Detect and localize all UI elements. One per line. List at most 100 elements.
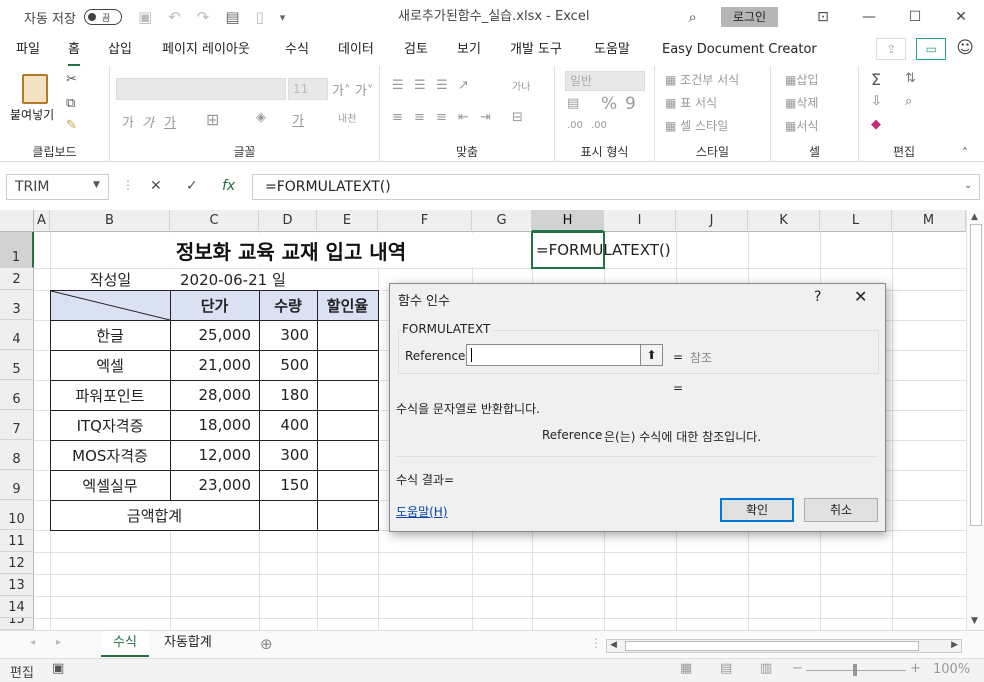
align-middle-icon[interactable]: ☰ xyxy=(414,78,426,93)
font-size-box[interactable]: 11 xyxy=(288,78,328,100)
currency-icon[interactable]: ▤ xyxy=(567,96,579,111)
fill-icon[interactable]: ⇩ xyxy=(871,94,882,109)
scroll-left-icon[interactable]: ◀ xyxy=(610,640,617,650)
item-name[interactable]: MOS자격증 xyxy=(50,440,170,470)
help-link[interactable]: 도움말(H) xyxy=(396,503,448,520)
zoom-slider-thumb[interactable] xyxy=(853,664,857,676)
smiley-icon[interactable]: ☺ xyxy=(956,38,974,60)
sheet-tab-formulas[interactable]: 수식 xyxy=(101,631,149,657)
row-header-7[interactable]: 7 xyxy=(0,410,34,440)
item-price[interactable]: 12,000 xyxy=(170,440,259,470)
tab-page-layout[interactable]: 페이지 레이아웃 xyxy=(162,34,250,66)
percent-icon[interactable]: % xyxy=(601,94,617,114)
border-icon[interactable]: ⊞ xyxy=(206,110,219,129)
merge-center-icon[interactable]: ⊟ xyxy=(512,110,523,125)
fill-color-icon[interactable]: ◈ xyxy=(256,110,266,125)
row-header-4[interactable]: 4 xyxy=(0,320,34,350)
col-header-C[interactable]: C xyxy=(170,210,259,232)
author-label[interactable]: 작성일 xyxy=(51,268,170,290)
row-header-15[interactable]: 15 xyxy=(0,618,34,630)
item-name[interactable]: 파워포인트 xyxy=(50,380,170,410)
row-header-1[interactable]: 1 xyxy=(0,232,34,268)
align-top-icon[interactable]: ☰ xyxy=(392,78,404,93)
orientation-icon[interactable]: ↗ xyxy=(458,78,469,93)
next-sheet-icon[interactable]: ▸ xyxy=(56,637,61,648)
item-name[interactable]: 엑셀실무 xyxy=(50,470,170,500)
collapse-dialog-button[interactable]: ⬆ xyxy=(640,344,663,366)
shrink-font-icon[interactable]: 가˅ xyxy=(355,80,373,99)
col-header-J[interactable]: J xyxy=(676,210,748,232)
add-sheet-icon[interactable]: ⊕ xyxy=(260,635,273,653)
row-header-2[interactable]: 2 xyxy=(0,268,34,290)
col-header-K[interactable]: K xyxy=(748,210,820,232)
row-header-14[interactable]: 14 xyxy=(0,596,34,618)
item-qty[interactable]: 300 xyxy=(259,440,317,470)
align-right-icon[interactable]: ≡ xyxy=(436,110,447,125)
select-all-corner[interactable] xyxy=(0,210,34,232)
align-bottom-icon[interactable]: ☰ xyxy=(436,78,448,93)
row-header-3[interactable]: 3 xyxy=(0,290,34,320)
col-header-E[interactable]: E xyxy=(317,210,378,232)
zoom-out-icon[interactable]: − xyxy=(792,661,803,676)
bold-icon[interactable]: 가 xyxy=(122,112,134,131)
item-qty[interactable]: 400 xyxy=(259,410,317,440)
ribbon-display-icon[interactable]: ⊡ xyxy=(800,9,846,25)
col-header-A[interactable]: A xyxy=(34,210,50,232)
scroll-right-icon[interactable]: ▶ xyxy=(951,640,958,650)
font-name-box[interactable] xyxy=(116,78,286,100)
tab-data[interactable]: 데이터 xyxy=(338,34,374,66)
col-header-L[interactable]: L xyxy=(820,210,892,232)
redo-icon[interactable]: ↷ xyxy=(197,8,210,26)
page-break-view-icon[interactable]: ▥ xyxy=(760,661,772,676)
sheet-tab-autosum[interactable]: 자동합계 xyxy=(152,631,224,657)
confirm-entry-icon[interactable]: ✓ xyxy=(186,178,198,194)
layout-icon[interactable]: ▤ xyxy=(225,8,239,26)
col-header-H[interactable]: H xyxy=(532,210,604,232)
decrease-decimal-icon[interactable]: .00 xyxy=(591,120,607,131)
zoom-level[interactable]: 100% xyxy=(933,662,970,677)
scroll-down-icon[interactable]: ▼ xyxy=(971,616,978,626)
new-doc-icon[interactable]: ▯ xyxy=(256,8,264,26)
tab-review[interactable]: 검토 xyxy=(404,34,428,66)
customize-qat-icon[interactable]: ▾ xyxy=(280,11,286,24)
cut-icon[interactable]: ✂ xyxy=(66,72,77,87)
comma-icon[interactable]: 9 xyxy=(625,94,636,114)
tab-developer[interactable]: 개발 도구 xyxy=(510,34,562,66)
copy-icon[interactable]: ⧉ xyxy=(66,96,75,111)
paste-icon[interactable] xyxy=(22,74,48,104)
underline-icon[interactable]: 가 xyxy=(164,112,176,131)
insert-function-icon[interactable]: fx xyxy=(222,178,235,194)
col-header-F[interactable]: F xyxy=(378,210,472,232)
horizontal-scrollbar[interactable]: ◀ ▶ xyxy=(606,639,962,653)
undo-icon[interactable]: ↶ xyxy=(168,8,181,26)
page-layout-view-icon[interactable]: ▤ xyxy=(720,661,732,676)
formula-input[interactable]: =FORMULATEXT() xyxy=(252,174,980,200)
item-name[interactable]: 엑셀 xyxy=(50,350,170,380)
item-name[interactable]: ITQ자격증 xyxy=(50,410,170,440)
sort-filter-icon[interactable]: ⇅ xyxy=(905,71,916,86)
font-color-icon[interactable]: 가 xyxy=(292,110,304,129)
item-price[interactable]: 23,000 xyxy=(170,470,259,500)
sheet-title[interactable]: 정보화 교육 교재 입고 내역 xyxy=(51,233,531,267)
row-header-11[interactable]: 11 xyxy=(0,530,34,552)
item-price[interactable]: 28,000 xyxy=(170,380,259,410)
macro-record-icon[interactable]: ▣ xyxy=(52,661,64,676)
cancel-button[interactable]: 취소 xyxy=(804,498,878,522)
autosum-icon[interactable]: Σ xyxy=(871,70,881,89)
item-price[interactable]: 18,000 xyxy=(170,410,259,440)
phonetic-icon[interactable]: 내천 xyxy=(338,110,356,125)
wrap-text-icon[interactable]: 가나 xyxy=(512,78,530,93)
comment-icon[interactable]: ▭ xyxy=(916,38,947,60)
minimize-icon[interactable]: — xyxy=(846,9,892,25)
prev-sheet-icon[interactable]: ◂ xyxy=(30,637,35,648)
normal-view-icon[interactable]: ▦ xyxy=(680,661,692,676)
item-qty[interactable]: 180 xyxy=(259,380,317,410)
item-qty[interactable]: 300 xyxy=(259,320,317,350)
tab-split-icon[interactable]: ⋮ xyxy=(590,636,602,650)
align-center-icon[interactable]: ≡ xyxy=(414,110,425,125)
search-icon[interactable]: ⌕ xyxy=(688,8,696,26)
row-header-9[interactable]: 9 xyxy=(0,470,34,500)
close-icon[interactable]: ✕ xyxy=(938,9,984,25)
increase-indent-icon[interactable]: ⇥ xyxy=(480,110,491,125)
italic-icon[interactable]: 가 xyxy=(142,112,154,131)
